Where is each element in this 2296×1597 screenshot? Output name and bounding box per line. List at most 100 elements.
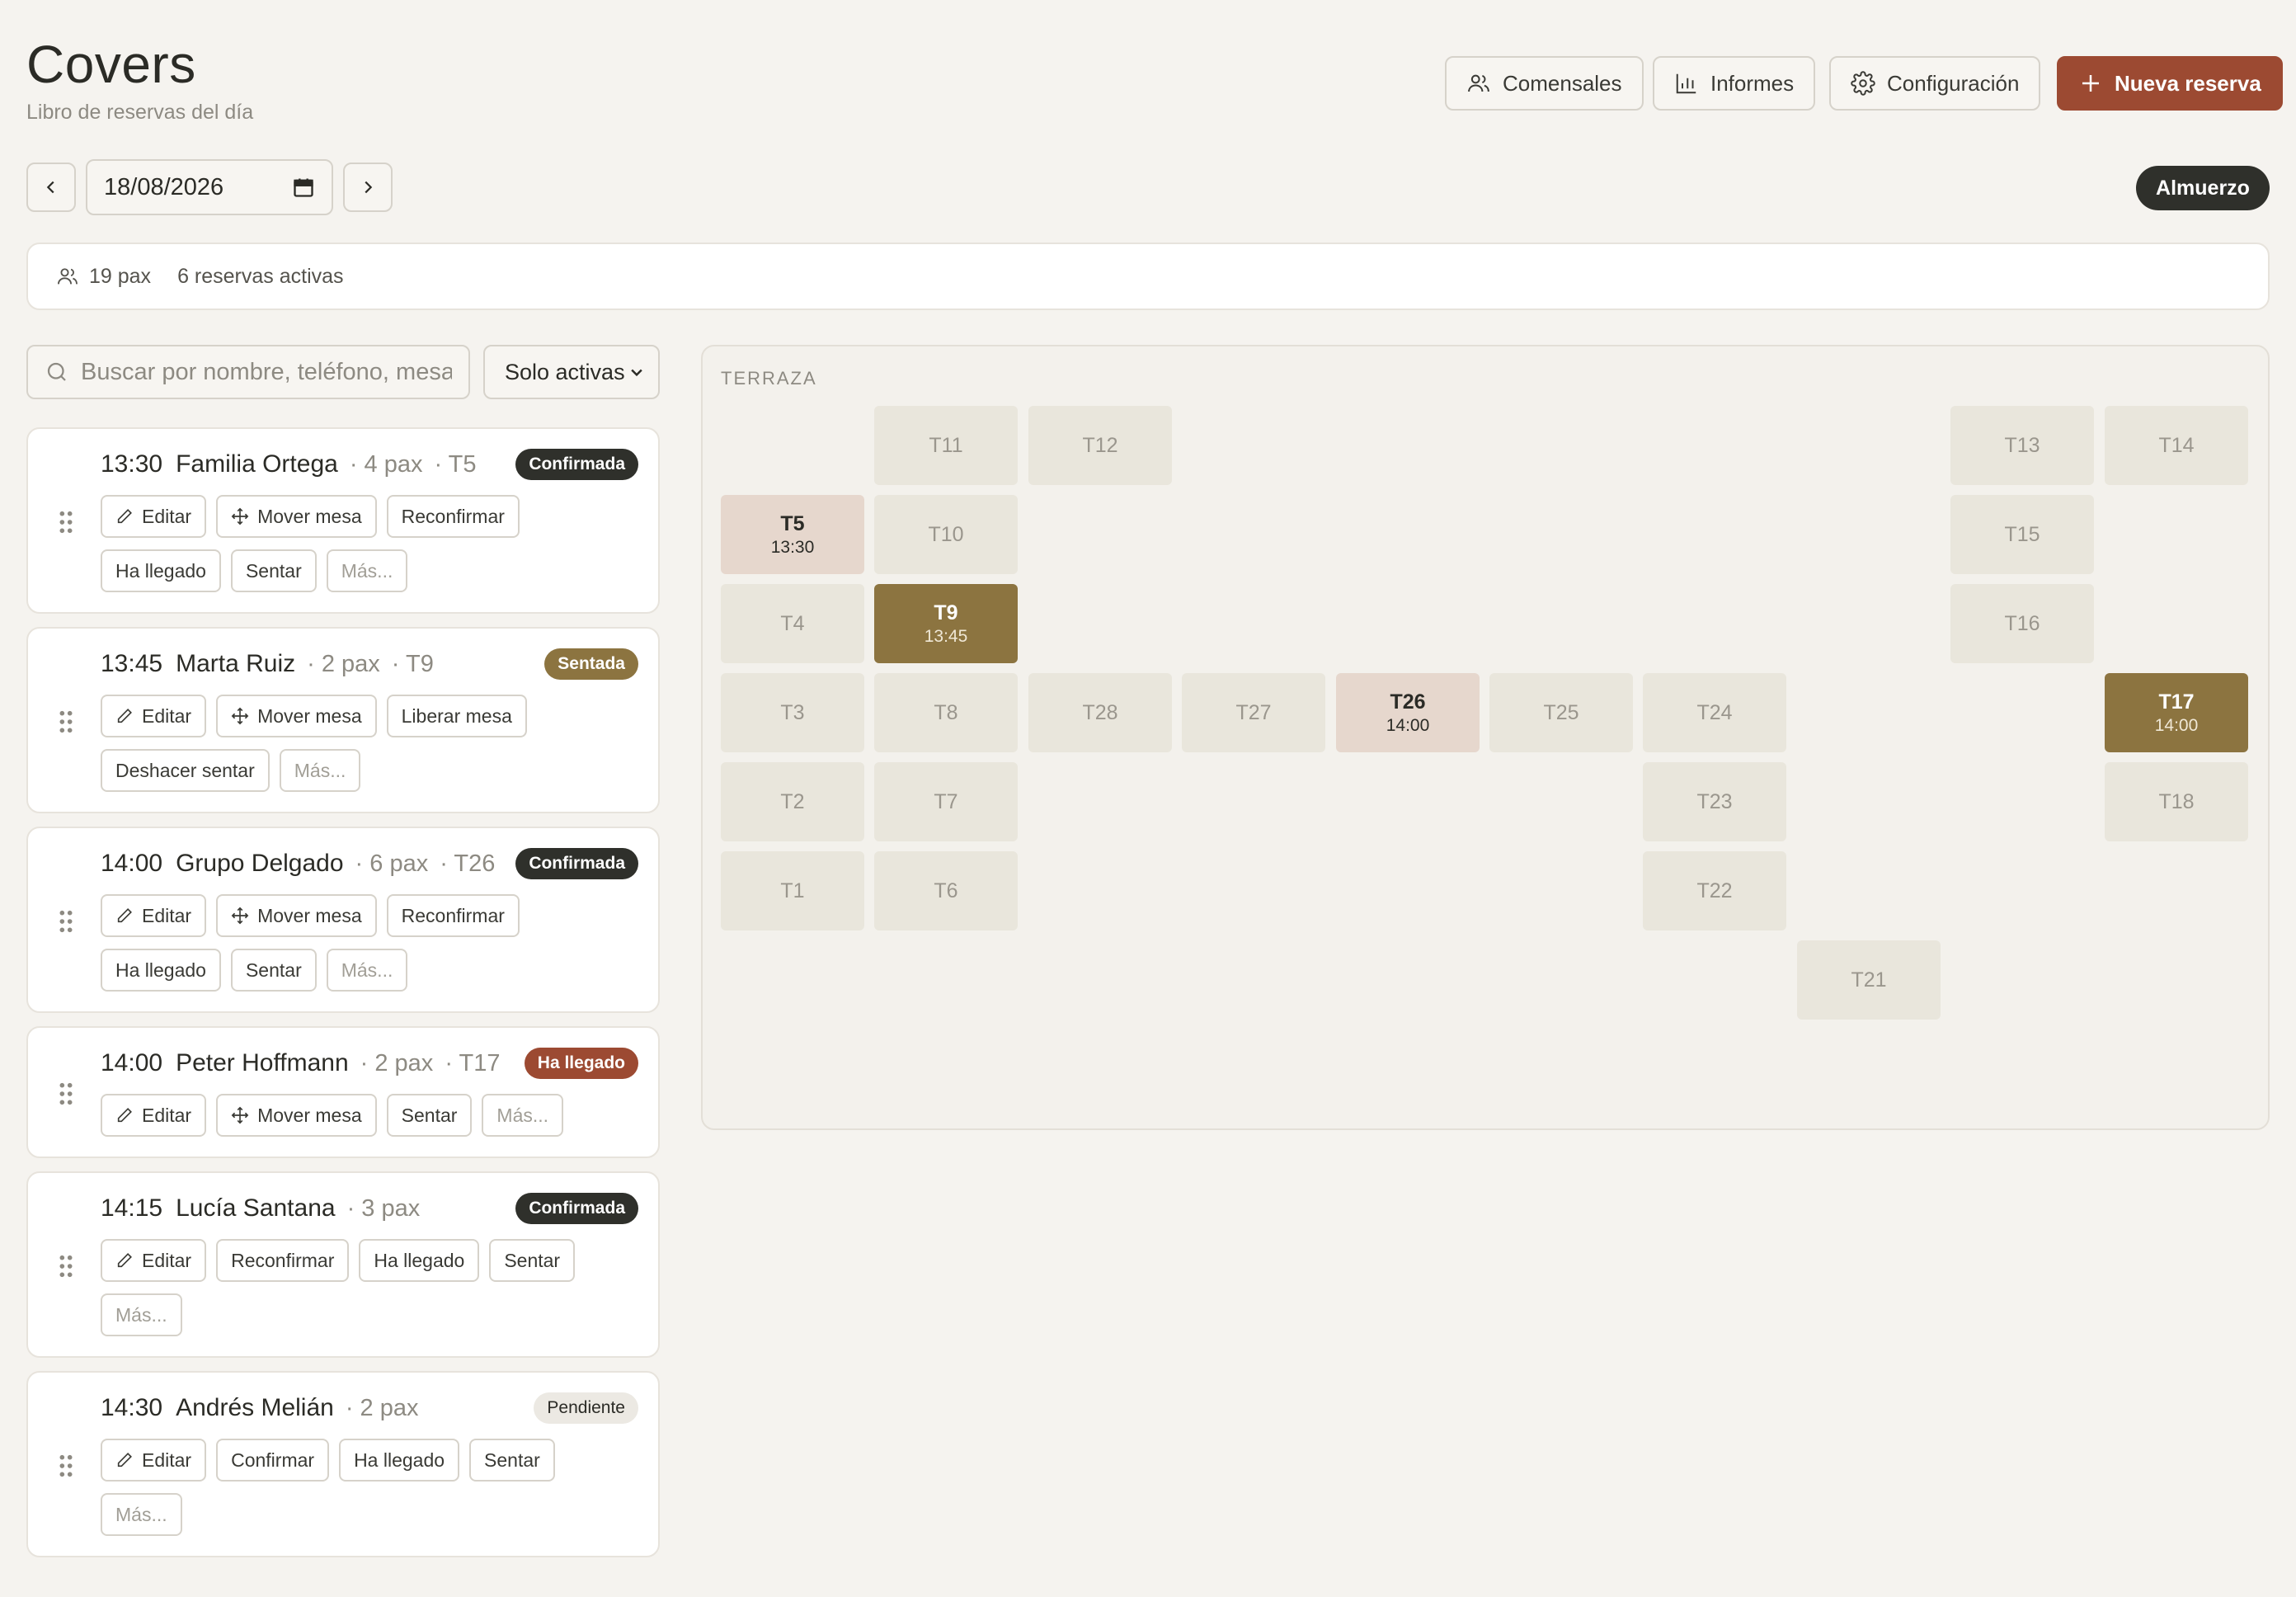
- table-t3[interactable]: T3: [721, 673, 864, 752]
- table-t10[interactable]: T10: [874, 495, 1018, 574]
- action-button-ha-llegado[interactable]: Ha llegado: [101, 949, 221, 992]
- drag-handle-icon[interactable]: [58, 1254, 74, 1279]
- action-button-confirmar[interactable]: Confirmar: [216, 1439, 330, 1482]
- action-button-más[interactable]: Más...: [101, 1293, 182, 1336]
- action-button-mover-mesa[interactable]: Mover mesa: [216, 894, 377, 937]
- action-button-editar[interactable]: Editar: [101, 695, 207, 737]
- reservation-card[interactable]: 14:30 Andrés Melián · 2 pax Pendiente Ed…: [26, 1371, 660, 1557]
- page-subtitle: Libro de reservas del día: [26, 101, 254, 124]
- table-t25[interactable]: T25: [1489, 673, 1633, 752]
- action-button-mover-mesa[interactable]: Mover mesa: [216, 695, 377, 737]
- action-button-editar[interactable]: Editar: [101, 1439, 207, 1482]
- table-t2[interactable]: T2: [721, 762, 864, 841]
- table-t7[interactable]: T7: [874, 762, 1018, 841]
- action-button-ha-llegado[interactable]: Ha llegado: [101, 549, 221, 592]
- action-button-sentar[interactable]: Sentar: [230, 949, 317, 992]
- action-button-mover-mesa[interactable]: Mover mesa: [216, 1094, 377, 1137]
- action-button-editar[interactable]: Editar: [101, 1239, 207, 1282]
- action-button-sentar[interactable]: Sentar: [386, 1094, 473, 1137]
- drag-handle-icon[interactable]: [58, 709, 74, 734]
- search-input[interactable]: [81, 358, 452, 386]
- drag-handle-icon[interactable]: [58, 1453, 74, 1478]
- table-t11[interactable]: T11: [874, 406, 1018, 485]
- action-button-sentar[interactable]: Sentar: [230, 549, 317, 592]
- table-t6[interactable]: T6: [874, 851, 1018, 930]
- action-button-reconfirmar[interactable]: Reconfirmar: [216, 1239, 350, 1282]
- reservation-pax: · 2 pax: [307, 651, 380, 677]
- table-t21[interactable]: T21: [1797, 940, 1941, 1020]
- calendar-icon[interactable]: [292, 176, 315, 199]
- drag-handle-icon[interactable]: [58, 909, 74, 934]
- table-t22[interactable]: T22: [1643, 851, 1786, 930]
- action-button-mover-mesa[interactable]: Mover mesa: [216, 495, 377, 538]
- action-button-liberar-mesa[interactable]: Liberar mesa: [386, 695, 527, 737]
- table-t18[interactable]: T18: [2105, 762, 2248, 841]
- table-t4[interactable]: T4: [721, 584, 864, 663]
- status-filter-select[interactable]: Solo activas: [483, 345, 660, 399]
- reservation-card[interactable]: 13:45 Marta Ruiz · 2 pax · T9 Sentada Ed…: [26, 627, 660, 813]
- table-t13[interactable]: T13: [1950, 406, 2094, 485]
- table-t23[interactable]: T23: [1643, 762, 1786, 841]
- table-time: 14:00: [2154, 715, 2199, 735]
- status-badge: Pendiente: [534, 1392, 638, 1424]
- guests-button[interactable]: Comensales: [1445, 56, 1644, 111]
- reservation-card[interactable]: 14:00 Grupo Delgado · 6 pax · T26 Confir…: [26, 827, 660, 1013]
- action-button-más[interactable]: Más...: [101, 1493, 182, 1536]
- action-button-editar[interactable]: Editar: [101, 495, 207, 538]
- table-t14[interactable]: T14: [2105, 406, 2248, 485]
- table-t12[interactable]: T12: [1028, 406, 1172, 485]
- action-button-sentar[interactable]: Sentar: [469, 1439, 555, 1482]
- pencil-icon: [117, 509, 132, 524]
- action-button-reconfirmar[interactable]: Reconfirmar: [386, 495, 520, 538]
- action-button-ha-llegado[interactable]: Ha llegado: [359, 1239, 480, 1282]
- table-t28[interactable]: T28: [1028, 673, 1172, 752]
- action-button-deshacer-sentar[interactable]: Deshacer sentar: [101, 749, 270, 792]
- reservation-card[interactable]: 14:15 Lucía Santana · 3 pax Confirmada E…: [26, 1171, 660, 1358]
- action-button-label: Ha llegado: [115, 959, 206, 981]
- action-button-sentar[interactable]: Sentar: [489, 1239, 576, 1282]
- action-button-más[interactable]: Más...: [482, 1094, 564, 1137]
- new-booking-button[interactable]: Nueva reserva: [2057, 56, 2283, 111]
- action-button-más[interactable]: Más...: [326, 949, 408, 992]
- table-t8[interactable]: T8: [874, 673, 1018, 752]
- drag-handle-icon[interactable]: [58, 1081, 74, 1106]
- reservation-card[interactable]: 14:00 Peter Hoffmann · 2 pax · T17 Ha ll…: [26, 1026, 660, 1158]
- action-button-label: Más...: [496, 1104, 549, 1126]
- table-t16[interactable]: T16: [1950, 584, 2094, 663]
- status-filter-value: Solo activas: [505, 359, 625, 384]
- action-button-editar[interactable]: Editar: [101, 1094, 207, 1137]
- reservation-table: · T17: [445, 1050, 501, 1076]
- table-t5[interactable]: T5 13:30: [721, 495, 864, 574]
- search-box[interactable]: [26, 345, 470, 399]
- table-name: T23: [1696, 789, 1733, 813]
- table-t1[interactable]: T1: [721, 851, 864, 930]
- page-title: Covers: [26, 35, 196, 94]
- action-button-más[interactable]: Más...: [326, 549, 408, 592]
- action-button-reconfirmar[interactable]: Reconfirmar: [386, 894, 520, 937]
- table-t24[interactable]: T24: [1643, 673, 1786, 752]
- reservation-card[interactable]: 13:30 Familia Ortega · 4 pax · T5 Confir…: [26, 427, 660, 614]
- action-button-más[interactable]: Más...: [279, 749, 361, 792]
- pencil-icon: [117, 1108, 132, 1123]
- table-t9[interactable]: T9 13:45: [874, 584, 1018, 663]
- table-t26[interactable]: T26 14:00: [1336, 673, 1480, 752]
- drag-handle-icon[interactable]: [58, 510, 74, 535]
- table-time: 13:30: [770, 537, 815, 557]
- next-day-button[interactable]: [343, 163, 393, 212]
- prev-day-button[interactable]: [26, 163, 76, 212]
- action-button-editar[interactable]: Editar: [101, 894, 207, 937]
- action-button-label: Sentar: [245, 559, 302, 582]
- table-t15[interactable]: T15: [1950, 495, 2094, 574]
- action-button-label: Sentar: [484, 1449, 540, 1471]
- table-t17[interactable]: T17 14:00: [2105, 673, 2248, 752]
- date-picker[interactable]: 18/08/2026: [86, 159, 333, 215]
- table-t27[interactable]: T27: [1182, 673, 1325, 752]
- table-name: T18: [2158, 789, 2195, 813]
- service-toggle[interactable]: Almuerzo: [2136, 166, 2270, 210]
- settings-button[interactable]: Configuración: [1829, 56, 2041, 111]
- reservation-pax: · 4 pax: [349, 451, 423, 478]
- action-button-label: Sentar: [245, 959, 302, 981]
- reservation-name: Familia Ortega: [176, 450, 338, 478]
- action-button-ha-llegado[interactable]: Ha llegado: [339, 1439, 460, 1482]
- reports-button[interactable]: Informes: [1653, 56, 1816, 111]
